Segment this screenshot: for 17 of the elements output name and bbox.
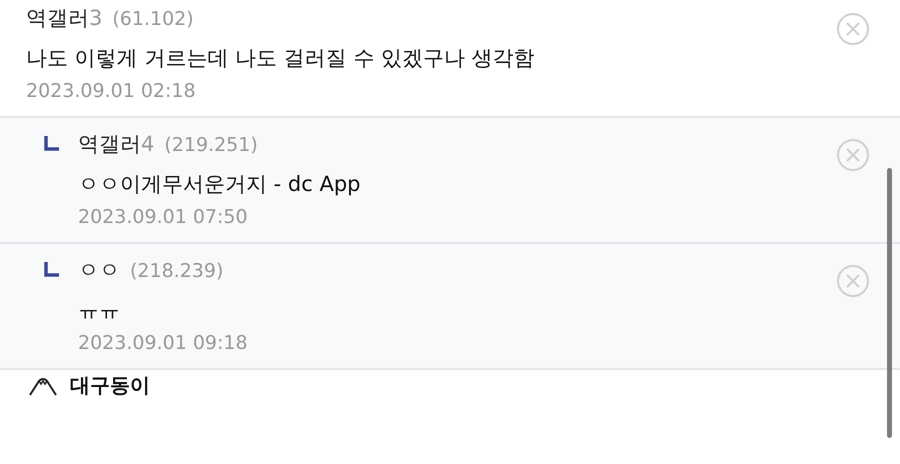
comment-date: 2023.09.01 09:18 xyxy=(78,332,249,354)
delete-icon[interactable] xyxy=(836,264,870,298)
author-ip: (61.102) xyxy=(112,8,194,30)
author-ip: (218.239) xyxy=(130,260,224,282)
author-name: ㅇㅇ xyxy=(78,257,120,284)
delete-icon[interactable] xyxy=(836,12,870,46)
author-name: 대구동이 xyxy=(70,372,150,399)
comment-date: 2023.09.01 02:18 xyxy=(26,80,197,102)
comment-text: ㅇㅇ이게무서운거지 - dc App xyxy=(78,171,362,198)
delete-icon[interactable] xyxy=(836,138,870,172)
scrollbar[interactable] xyxy=(887,168,892,438)
author-name: 역갤러 3 xyxy=(26,5,102,32)
comment-text: 나도 이렇게 거르는데 나도 걸러질 수 있겠구나 생각함 xyxy=(26,45,536,72)
author-ip: (219.251) xyxy=(164,134,258,156)
comment-text: ㅠㅠ xyxy=(78,297,121,324)
author-name: 역갤러4 xyxy=(78,131,154,158)
comment-date: 2023.09.01 07:50 xyxy=(78,206,249,228)
